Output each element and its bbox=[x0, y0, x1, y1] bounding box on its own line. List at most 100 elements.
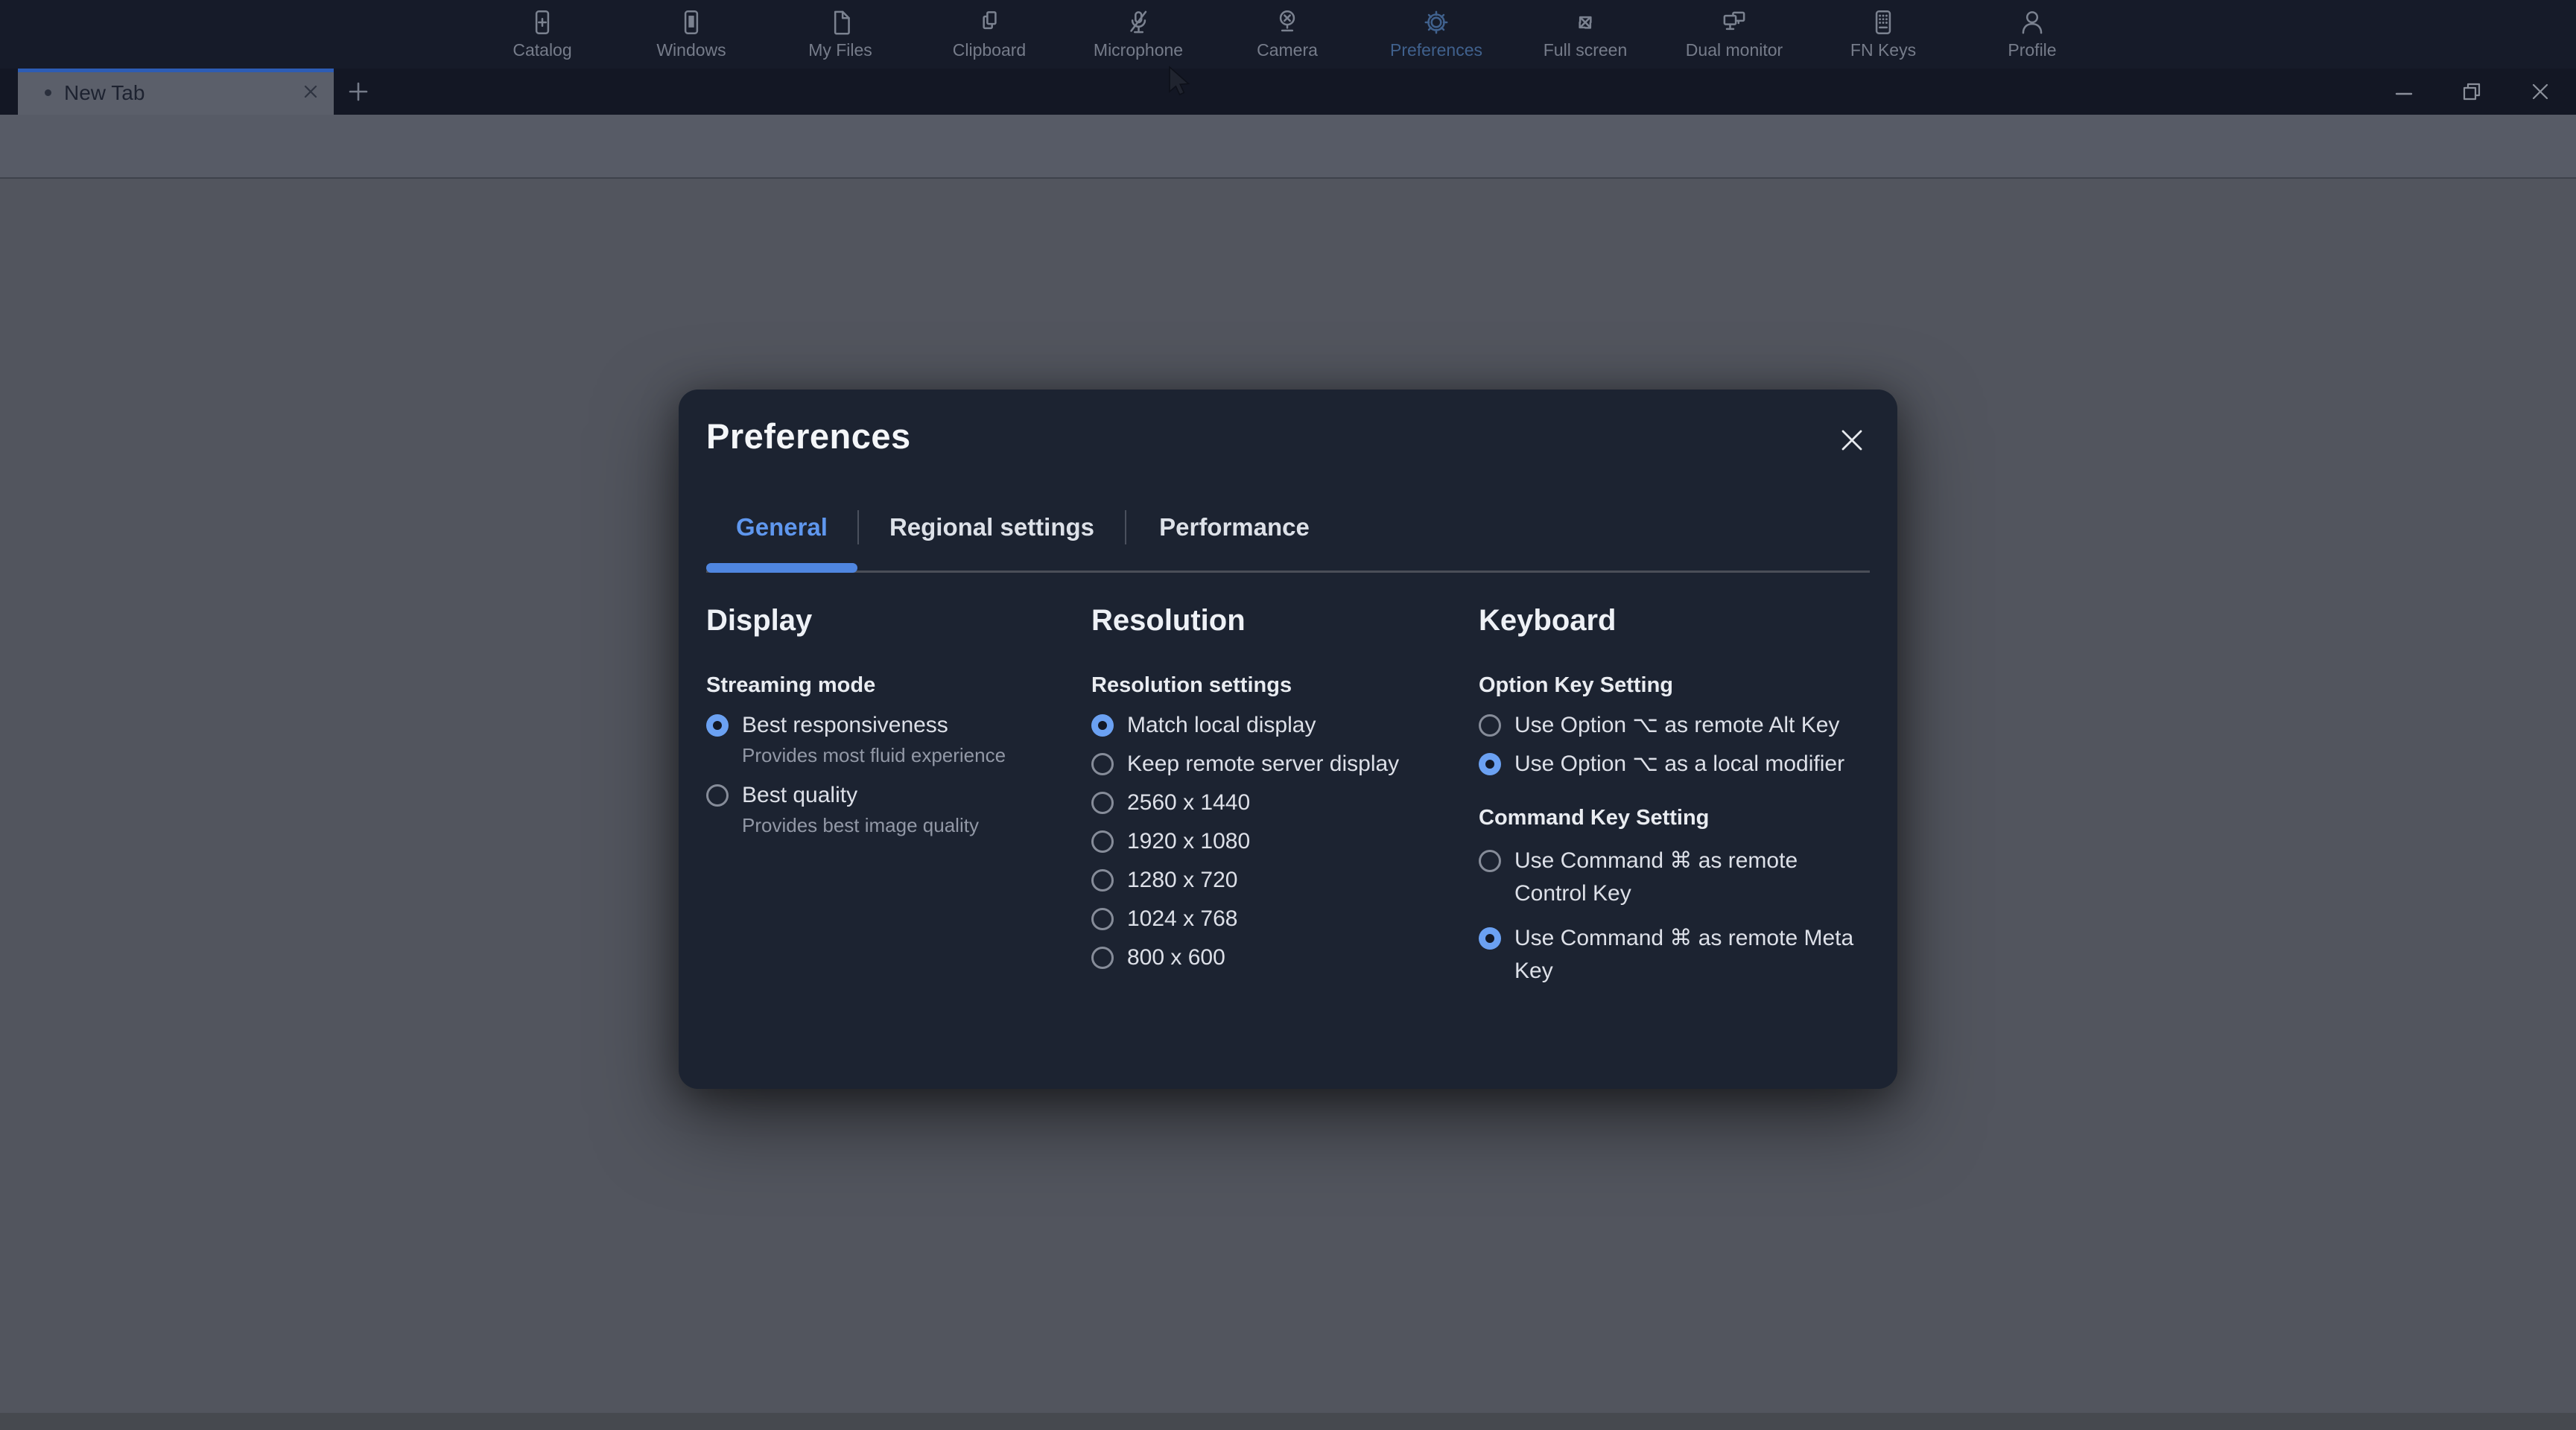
toolbar-item-full-screen[interactable]: Full screen bbox=[1511, 0, 1660, 69]
new-tab-plus-icon[interactable] bbox=[344, 77, 372, 106]
radio-option-best-responsiveness[interactable]: Best responsiveness bbox=[706, 712, 1082, 739]
radio-button[interactable] bbox=[1479, 927, 1501, 950]
fn-keys-icon bbox=[1868, 7, 1899, 38]
app-toolbar-items: Catalog Windows My Files Clipboard Micro… bbox=[468, 0, 2107, 69]
tab-title: New Tab bbox=[64, 81, 145, 105]
section-resolution: Resolution Resolution settings Match loc… bbox=[1091, 603, 1470, 971]
radio-label: Use Option ⌥ as a local modifier bbox=[1514, 751, 1844, 778]
microphone-muted-icon bbox=[1123, 7, 1154, 38]
radio-button[interactable] bbox=[1091, 908, 1114, 930]
radio-label: Best quality bbox=[742, 782, 857, 809]
radio-button[interactable] bbox=[1091, 714, 1114, 737]
section-keyboard: Keyboard Option Key Setting Use Option ⌥… bbox=[1479, 603, 1872, 988]
active-tab-stripe bbox=[18, 69, 334, 72]
active-tab-underline bbox=[706, 563, 857, 573]
radio-label: Use Command ⌘ as remote Control Key bbox=[1514, 845, 1872, 910]
radio-label: Keep remote server display bbox=[1127, 751, 1399, 778]
tab-indicator-dot bbox=[45, 89, 51, 96]
toolbar-item-label: FN Keys bbox=[1850, 40, 1916, 60]
radio-option-match-local-display[interactable]: Match local display bbox=[1091, 712, 1470, 739]
browser-tab[interactable]: New Tab bbox=[18, 69, 334, 115]
window-minimize-icon[interactable] bbox=[2391, 79, 2417, 104]
camera-disabled-icon bbox=[1272, 7, 1303, 38]
radio-button[interactable] bbox=[1091, 869, 1114, 892]
radio-button[interactable] bbox=[1091, 753, 1114, 775]
toolbar-item-label: Dual monitor bbox=[1686, 40, 1783, 60]
app-toolbar: Catalog Windows My Files Clipboard Micro… bbox=[0, 0, 2576, 69]
tab-regional-settings[interactable]: Regional settings bbox=[859, 507, 1125, 547]
tabs-rule bbox=[706, 571, 1870, 573]
radio-button[interactable] bbox=[1479, 714, 1501, 737]
toolbar-item-label: My Files bbox=[808, 40, 872, 60]
radio-option-1024x768[interactable]: 1024 x 768 bbox=[1091, 906, 1470, 932]
toolbar-item-camera[interactable]: Camera bbox=[1213, 0, 1362, 69]
radio-button[interactable] bbox=[1091, 947, 1114, 969]
tab-general[interactable]: General bbox=[706, 507, 857, 547]
toolbar-item-dual-monitor[interactable]: Dual monitor bbox=[1660, 0, 1809, 69]
radio-option-option-as-alt[interactable]: Use Option ⌥ as remote Alt Key bbox=[1479, 712, 1872, 739]
tab-close-icon[interactable] bbox=[299, 80, 322, 103]
group-title: Streaming mode bbox=[706, 672, 1082, 699]
radio-label: 1920 x 1080 bbox=[1127, 828, 1250, 855]
clipboard-icon bbox=[974, 7, 1005, 38]
catalog-icon bbox=[527, 7, 558, 38]
window-close-icon[interactable] bbox=[2528, 79, 2553, 104]
radio-label: Use Command ⌘ as remote Meta Key bbox=[1514, 922, 1872, 988]
radio-option-1280x720[interactable]: 1280 x 720 bbox=[1091, 867, 1470, 894]
window-restore-icon[interactable] bbox=[2459, 79, 2484, 104]
browser-tab-bar: New Tab bbox=[0, 69, 2576, 115]
radio-label: Use Option ⌥ as remote Alt Key bbox=[1514, 712, 1839, 739]
profile-icon bbox=[2017, 7, 2048, 38]
section-display: Display Streaming mode Best responsivene… bbox=[706, 603, 1082, 837]
my-files-icon bbox=[825, 7, 856, 38]
toolbar-item-windows[interactable]: Windows bbox=[617, 0, 766, 69]
dialog-title: Preferences bbox=[706, 416, 911, 457]
radio-button[interactable] bbox=[1479, 850, 1501, 872]
radio-option-1920x1080[interactable]: 1920 x 1080 bbox=[1091, 828, 1470, 855]
radio-label: 800 x 600 bbox=[1127, 944, 1225, 971]
radio-option-best-quality[interactable]: Best quality bbox=[706, 782, 1082, 809]
radio-description: Provides best image quality bbox=[742, 813, 1082, 837]
radio-option-800x600[interactable]: 800 x 600 bbox=[1091, 944, 1470, 971]
radio-button[interactable] bbox=[706, 784, 729, 807]
radio-option-option-as-local-modifier[interactable]: Use Option ⌥ as a local modifier bbox=[1479, 751, 1872, 778]
toolbar-item-label: Profile bbox=[2008, 40, 2056, 60]
radio-button[interactable] bbox=[1091, 792, 1114, 814]
toolbar-item-clipboard[interactable]: Clipboard bbox=[915, 0, 1064, 69]
screen: Catalog Windows My Files Clipboard Micro… bbox=[0, 0, 2576, 1430]
toolbar-item-label: Windows bbox=[656, 40, 726, 60]
toolbar-item-label: Catalog bbox=[513, 40, 571, 60]
group-title: Command Key Setting bbox=[1479, 804, 1872, 831]
radio-button[interactable] bbox=[706, 714, 729, 737]
toolbar-item-label: Camera bbox=[1257, 40, 1318, 60]
toolbar-item-profile[interactable]: Profile bbox=[1958, 0, 2107, 69]
radio-option-keep-remote-display[interactable]: Keep remote server display bbox=[1091, 751, 1470, 778]
section-heading: Keyboard bbox=[1479, 603, 1872, 638]
radio-option-2560x1440[interactable]: 2560 x 1440 bbox=[1091, 789, 1470, 816]
toolbar-item-label: Preferences bbox=[1390, 40, 1482, 60]
radio-option-command-as-meta[interactable]: Use Command ⌘ as remote Meta Key bbox=[1479, 922, 1872, 988]
group-title: Resolution settings bbox=[1091, 672, 1470, 699]
radio-label: 1024 x 768 bbox=[1127, 906, 1237, 932]
radio-label: Match local display bbox=[1127, 712, 1316, 739]
section-heading: Display bbox=[706, 603, 1082, 638]
toolbar-item-microphone[interactable]: Microphone bbox=[1064, 0, 1213, 69]
radio-label: Best responsiveness bbox=[742, 712, 948, 739]
dialog-close-icon[interactable] bbox=[1839, 427, 1865, 454]
mouse-cursor bbox=[1168, 66, 1198, 98]
radio-description: Provides most fluid experience bbox=[742, 743, 1082, 767]
toolbar-item-catalog[interactable]: Catalog bbox=[468, 0, 617, 69]
preferences-dialog: Preferences General Regional settings Pe… bbox=[679, 390, 1897, 1089]
radio-label: 2560 x 1440 bbox=[1127, 789, 1250, 816]
toolbar-item-my-files[interactable]: My Files bbox=[766, 0, 915, 69]
radio-button[interactable] bbox=[1479, 753, 1501, 775]
tab-performance[interactable]: Performance bbox=[1126, 507, 1342, 547]
section-heading: Resolution bbox=[1091, 603, 1470, 638]
radio-button[interactable] bbox=[1091, 830, 1114, 853]
toolbar-item-label: Clipboard bbox=[953, 40, 1026, 60]
toolbar-item-preferences[interactable]: Preferences bbox=[1362, 0, 1511, 69]
full-screen-icon bbox=[1570, 7, 1601, 38]
toolbar-item-label: Microphone bbox=[1094, 40, 1183, 60]
radio-option-command-as-control[interactable]: Use Command ⌘ as remote Control Key bbox=[1479, 845, 1872, 910]
toolbar-item-fn-keys[interactable]: FN Keys bbox=[1809, 0, 1958, 69]
